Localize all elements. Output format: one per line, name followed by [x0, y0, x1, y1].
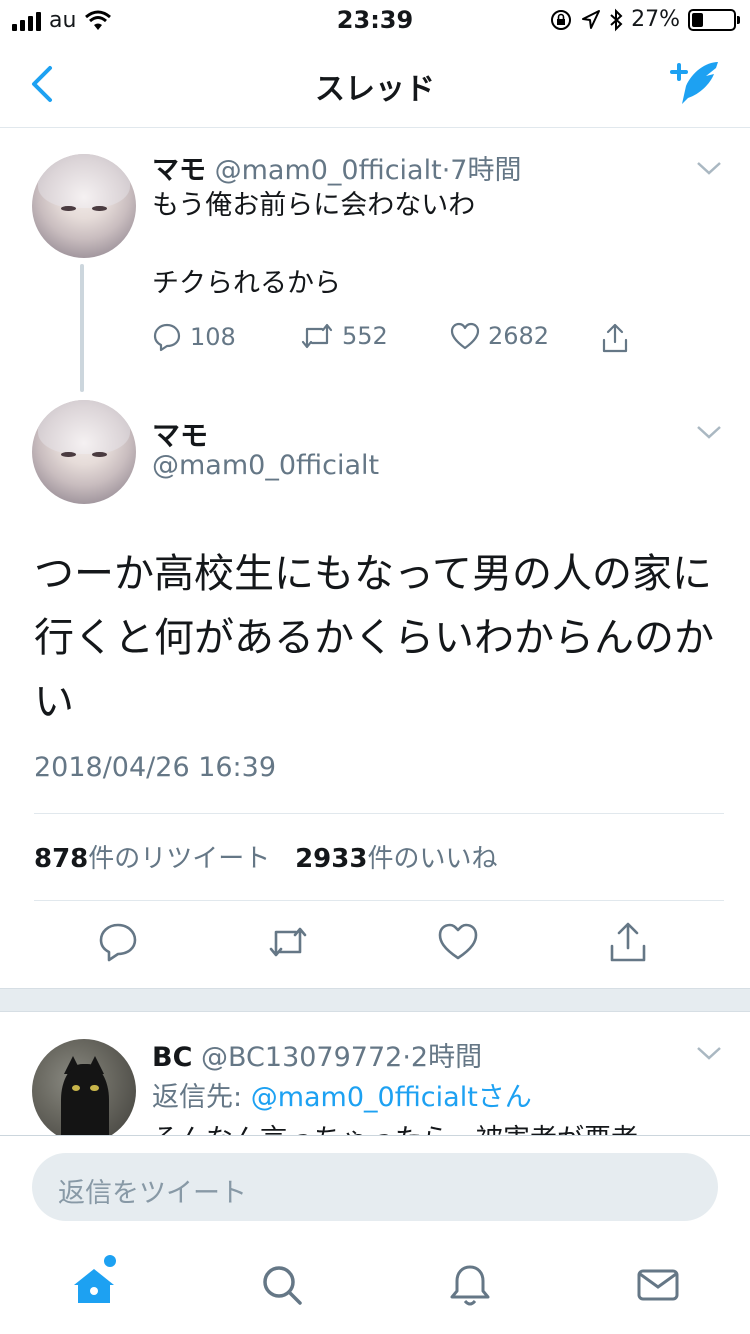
user-handle[interactable]: @mam0_0fficialt — [152, 450, 379, 481]
heart-icon[interactable] — [436, 920, 480, 964]
battery-percent: 27% — [631, 7, 680, 32]
retweet-stat[interactable]: 878件のリツイート — [34, 844, 270, 874]
chevron-down-icon[interactable] — [696, 1045, 722, 1061]
main-tweet-actions — [0, 920, 750, 970]
retweet-button[interactable]: 552 — [300, 322, 388, 350]
heart-icon — [450, 322, 480, 350]
tweet-header: マモ @mam0_0fficialt·7時間 — [152, 148, 521, 187]
orientation-lock-icon — [551, 9, 572, 30]
home-icon — [74, 1269, 114, 1303]
thread-connector — [80, 264, 84, 392]
bell-icon — [450, 1265, 490, 1306]
reply-to-label: 返信先: — [152, 1082, 243, 1113]
user-handle[interactable]: @mam0_0fficialt — [215, 155, 442, 186]
reply-icon[interactable] — [96, 920, 140, 964]
user-name[interactable]: BC — [152, 1042, 192, 1073]
tweet-line: チクられるから — [152, 268, 341, 299]
divider — [34, 900, 724, 901]
share-icon[interactable] — [606, 920, 650, 964]
reply-button[interactable]: 108 — [152, 322, 236, 352]
chevron-down-icon[interactable] — [696, 424, 722, 440]
navigation-bar: スレッド — [0, 40, 750, 128]
search-icon — [263, 1266, 302, 1305]
reply-tweet[interactable]: BC @BC13079772·2時間 返信先: @mam0_0fficialtさ… — [0, 1013, 750, 1135]
notification-dot — [104, 1255, 116, 1267]
tweet-text: そんなん言っちゃったら、被害者が悪者 — [152, 1117, 638, 1135]
tweet-time: 7時間 — [450, 155, 522, 186]
share-button[interactable] — [600, 322, 630, 354]
location-icon — [582, 9, 601, 29]
reply-count: 108 — [190, 323, 236, 351]
tab-bar — [0, 1235, 750, 1334]
like-stat[interactable]: 2933件のいいね — [295, 844, 497, 874]
separator-dot: · — [402, 1042, 411, 1073]
tweet-line: もう俺お前らに会わないわ — [152, 190, 476, 221]
page-title: スレッド — [315, 72, 435, 107]
bluetooth-icon — [610, 8, 623, 31]
battery-icon — [688, 8, 740, 31]
user-handle[interactable]: @BC13079772 — [201, 1042, 402, 1073]
tweet-actions: 108 552 2682 — [152, 322, 652, 362]
retweet-icon — [301, 323, 333, 349]
status-bar: au 23:39 27% — [0, 0, 750, 40]
tweet-timestamp: 2018/04/26 16:39 — [34, 752, 277, 783]
tab-home[interactable] — [70, 1255, 118, 1309]
retweet-icon[interactable] — [266, 920, 310, 964]
user-name[interactable]: マモ — [152, 155, 206, 186]
retweet-stat-count: 878 — [34, 844, 89, 874]
tweet-stats: 878件のリツイート 2933件のいいね — [34, 838, 497, 875]
compose-tweet-icon[interactable] — [666, 58, 722, 110]
user-name[interactable]: マモ — [152, 414, 208, 454]
like-stat-label: 件のいいね — [367, 844, 498, 874]
reply-to-line: 返信先: @mam0_0fficialtさん — [152, 1075, 532, 1114]
like-stat-count: 2933 — [295, 844, 368, 874]
tweet-time: 2時間 — [410, 1042, 483, 1073]
avatar[interactable] — [32, 1039, 136, 1135]
battery-level — [692, 12, 703, 27]
reply-input-placeholder: 返信をツイート — [58, 1178, 247, 1209]
retweet-stat-label: 件のリツイート — [88, 844, 271, 874]
tab-messages[interactable] — [634, 1261, 682, 1309]
main-tweet-text: つーか高校生にもなって男の人の家に行くと何があるかくらいわからんのかい — [34, 551, 714, 725]
tab-notifications[interactable] — [446, 1261, 494, 1309]
tweet-header: BC @BC13079772·2時間 — [152, 1035, 482, 1074]
reply-icon — [153, 323, 181, 352]
reply-input[interactable]: 返信をツイート — [32, 1153, 718, 1221]
tweet-text: もう俺お前らに会わないわ チクられるから — [152, 186, 475, 303]
divider — [34, 813, 724, 814]
envelope-icon — [637, 1269, 679, 1301]
avatar[interactable] — [32, 154, 136, 258]
retweet-count: 552 — [342, 322, 388, 350]
share-icon — [602, 323, 628, 353]
reply-to-link[interactable]: @mam0_0fficialtさん — [251, 1082, 532, 1113]
reply-composer-bar: 返信をツイート — [0, 1135, 750, 1235]
section-divider — [0, 988, 750, 1012]
like-button[interactable]: 2682 — [450, 322, 549, 350]
chevron-down-icon[interactable] — [696, 160, 722, 176]
like-count: 2682 — [488, 322, 550, 350]
avatar[interactable] — [32, 400, 136, 504]
tab-search[interactable] — [258, 1261, 306, 1309]
separator-dot: · — [441, 155, 451, 186]
